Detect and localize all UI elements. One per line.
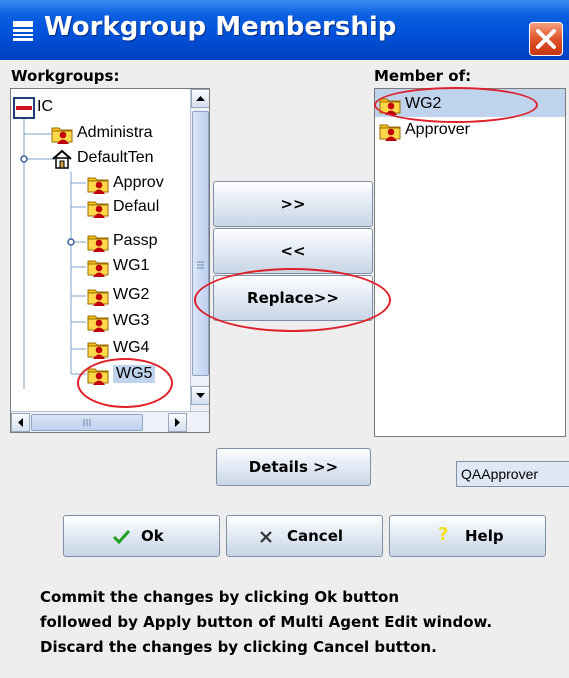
add-button[interactable]: >> <box>213 181 373 227</box>
cancel-button[interactable]: Cancel <box>226 515 383 557</box>
x-icon <box>260 531 272 543</box>
workgroup-icon <box>379 120 401 142</box>
workgroup-icon <box>87 231 109 253</box>
workgroup-icon <box>87 173 109 195</box>
workgroup-icon <box>87 197 109 219</box>
scroll-thumb[interactable] <box>192 111 209 376</box>
scroll-left-button[interactable] <box>11 413 30 432</box>
annotation-oval-replace <box>194 268 391 332</box>
footer-line-1: Commit the changes by clicking Ok button <box>40 588 400 606</box>
scroll-right-button[interactable] <box>168 413 187 432</box>
arrow-up-icon <box>196 96 205 101</box>
scroll-up-button[interactable] <box>191 89 209 108</box>
arrow-down-icon <box>196 393 205 398</box>
close-button[interactable] <box>529 22 563 56</box>
grip-icon <box>197 261 204 269</box>
checkmark-icon <box>112 529 131 545</box>
title-bar[interactable]: Workgroup Membership <box>0 0 569 60</box>
scroll-thumb-horizontal[interactable] <box>31 414 143 431</box>
workgroup-icon <box>87 285 109 307</box>
workgroup-icon <box>87 311 109 333</box>
workgroups-label: Workgroups: <box>11 67 120 85</box>
scroll-down-button[interactable] <box>191 386 209 405</box>
workgroup-icon <box>51 123 73 145</box>
ok-button[interactable]: Ok <box>63 515 220 557</box>
question-mark-icon: ? <box>438 524 449 545</box>
tree-horizontal-scrollbar[interactable] <box>11 411 209 432</box>
workgroup-membership-window: Workgroup Membership Workgroups: Member … <box>0 0 569 678</box>
close-icon <box>536 29 556 49</box>
workgroup-icon <box>87 256 109 278</box>
help-button[interactable]: ? Help <box>389 515 546 557</box>
tree-vertical-scrollbar[interactable] <box>190 89 209 411</box>
details-button[interactable]: Details >> <box>216 448 371 486</box>
window-title: Workgroup Membership <box>44 12 397 42</box>
member-of-list[interactable]: WG2 Approver <box>374 88 566 437</box>
window-menu-icon[interactable] <box>13 21 33 41</box>
member-of-label: Member of: <box>374 67 472 85</box>
workgroup-icon <box>87 338 109 360</box>
root-node-icon <box>13 97 35 119</box>
qaapprover-field[interactable]: QAApprover <box>456 461 569 487</box>
annotation-oval-wg5 <box>77 358 173 408</box>
annotation-oval-wg2 <box>374 87 538 123</box>
grip-icon <box>83 419 91 426</box>
home-icon <box>52 149 72 169</box>
arrow-right-icon <box>175 418 180 427</box>
footer-line-2: followed by Apply button of Multi Agent … <box>40 613 493 631</box>
footer-line-3: Discard the changes by clicking Cancel b… <box>40 638 437 656</box>
arrow-left-icon <box>18 418 23 427</box>
